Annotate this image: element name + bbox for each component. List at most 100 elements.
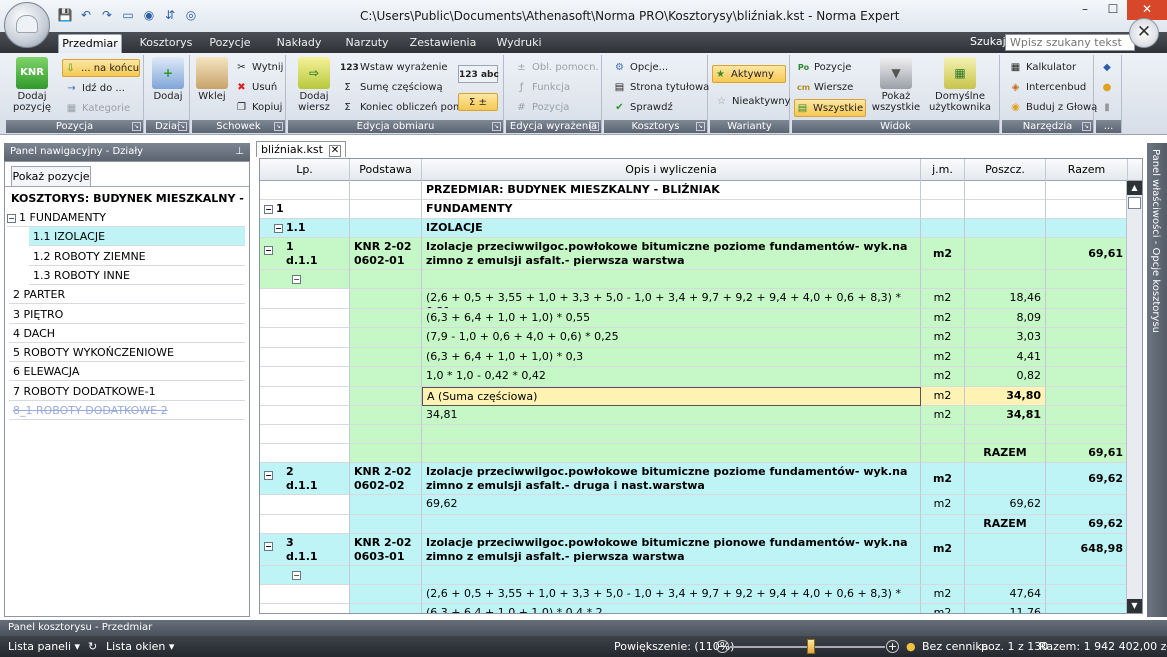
dialog-launcher-icon[interactable]: ↘	[1082, 122, 1091, 131]
zoom-in-icon[interactable]: +	[886, 640, 899, 653]
cell-jm[interactable]	[921, 200, 965, 219]
dialog-launcher-icon[interactable]: ↘	[274, 122, 283, 131]
cell-podstawa[interactable]	[350, 514, 422, 534]
nav-item[interactable]: 1.3 ROBOTY INNE	[29, 266, 245, 285]
cell-podstawa[interactable]	[350, 181, 422, 200]
cell-podstawa[interactable]: KNR 2-02 0603-01	[350, 533, 422, 566]
cell-lp[interactable]: −	[260, 565, 350, 585]
table-row[interactable]: 1,0 * 1,0 - 0,42 * 0,42 m2 0,82	[260, 367, 1128, 387]
table-row[interactable]: 34,81 m2 34,81	[260, 405, 1128, 425]
view-positions-button[interactable]: Po Pozycje	[796, 59, 852, 77]
cell-podstawa[interactable]	[350, 604, 422, 613]
cell-opis[interactable]	[422, 565, 921, 585]
close-window-button[interactable]: ✕	[1127, 0, 1167, 20]
collapse-icon[interactable]: −	[264, 471, 273, 480]
cell-opis[interactable]: 34,81	[422, 405, 921, 425]
cell-jm[interactable]: m2	[921, 495, 965, 515]
refresh-icon[interactable]: ↻	[88, 636, 97, 657]
cell-razem[interactable]	[1046, 328, 1128, 348]
cell-podstawa[interactable]	[350, 270, 422, 289]
calculator-button[interactable]: ▦ Kalkulator	[1008, 59, 1076, 77]
cell-poszcz[interactable]	[965, 219, 1046, 238]
table-row[interactable]: −	[260, 270, 1128, 289]
close-document-icon[interactable]: ✕	[1129, 18, 1159, 48]
cell-podstawa[interactable]	[350, 200, 422, 219]
cut-button[interactable]: ✂ Wytnij	[234, 59, 283, 77]
cell-jm[interactable]: m2	[921, 584, 965, 604]
build-with-head-button[interactable]: ◉ Buduj z Głową	[1008, 99, 1097, 117]
nav-item[interactable]: 8_1 ROBOTY DODATKOWE 2	[9, 401, 245, 420]
cell-podstawa[interactable]	[350, 219, 422, 238]
cell-opis[interactable]: (6,3 + 6,4 + 1,0 + 1,0) * 0,55	[422, 308, 921, 328]
cell-poszcz[interactable]: 69,62	[965, 495, 1046, 515]
bin-icon[interactable]: ▮	[1098, 99, 1116, 117]
cell-jm[interactable]	[921, 514, 965, 534]
nav-item[interactable]: 6 ELEWACJA	[9, 362, 245, 382]
function-button[interactable]: ƒ Funkcja	[514, 79, 570, 97]
cell-opis[interactable]	[422, 270, 921, 289]
cell-opis[interactable]: (2,6 + 0,5 + 3,55 + 1,0 + 3,3 + 5,0 - 1,…	[422, 289, 921, 309]
partial-sum-button[interactable]: Σ Sumę częściową	[340, 79, 442, 97]
cell-poszcz[interactable]: 34,80	[965, 386, 1046, 406]
cell-jm[interactable]: m2	[921, 533, 965, 566]
quick-access-icon[interactable]: ◎	[182, 7, 200, 23]
auxiliary-calc-button[interactable]: ± Obl. pomocn.	[514, 59, 598, 77]
cell-lp[interactable]	[260, 514, 350, 534]
show-all-button[interactable]: ▼ Pokaż wszystkie	[870, 57, 922, 113]
dialog-launcher-icon[interactable]: ↘	[178, 122, 187, 131]
search-input[interactable]	[1005, 34, 1135, 51]
cell-opis[interactable]: PRZEDMIAR: BUDYNEK MIESZKALNY - BLIŹNIAK	[422, 181, 921, 200]
vertical-scrollbar[interactable]: ▲ ▼	[1126, 181, 1142, 613]
dialog-launcher-icon[interactable]: ↘	[696, 122, 705, 131]
cell-jm[interactable]	[921, 565, 965, 585]
cell-poszcz[interactable]	[965, 463, 1046, 495]
cell-poszcz[interactable]	[965, 533, 1046, 566]
table-row[interactable]: −1 d.1.1 KNR 2-02 0602-01 Izolacje przeciww…	[260, 238, 1128, 270]
cell-jm[interactable]	[921, 181, 965, 200]
options-button[interactable]: ⚙ Opcje...	[612, 59, 668, 77]
cell-razem[interactable]: 69,61	[1046, 238, 1128, 270]
price-list-status[interactable]: Bez cennika	[922, 636, 988, 657]
cell-lp[interactable]: −1	[260, 200, 350, 219]
cell-jm[interactable]: m2	[921, 405, 965, 425]
cell-poszcz[interactable]	[965, 270, 1046, 289]
cell-opis[interactable]: (6,3 + 6,4 + 1,0 + 1,0) * 0,3	[422, 347, 921, 367]
cell-opis[interactable]: A (Suma częściowa)	[422, 386, 921, 406]
scroll-up-icon[interactable]: ▲	[1127, 181, 1142, 195]
collapse-icon[interactable]: −	[7, 214, 16, 223]
add-row-button[interactable]: ⇨ Dodaj wiersz	[292, 57, 336, 113]
cell-jm[interactable]: m2	[921, 367, 965, 387]
cell-lp[interactable]	[260, 604, 350, 613]
end-calc-button[interactable]: Σ Koniec obliczeń pom.	[340, 99, 466, 117]
cell-poszcz[interactable]	[965, 565, 1046, 585]
cell-opis[interactable]	[422, 514, 921, 534]
delete-button[interactable]: ✖ Usuń	[234, 79, 277, 97]
table-row[interactable]: −3 d.1.1 KNR 2-02 0603-01 Izolacje przeciww…	[260, 533, 1128, 566]
cell-opis[interactable]	[422, 425, 921, 444]
cell-poszcz[interactable]: RAZEM	[965, 444, 1046, 463]
cell-opis[interactable]: Izolacje przeciwwilgoc.powłokowe bitumic…	[422, 533, 921, 566]
nav-item[interactable]: 4 DACH	[9, 324, 245, 343]
properties-panel-tab[interactable]: Panel właściwości - Opcje kosztorysu	[1147, 143, 1167, 617]
tab-kosztorys[interactable]: Kosztorys	[134, 34, 198, 53]
cell-podstawa[interactable]	[350, 328, 422, 348]
cell-jm[interactable]: m2	[921, 463, 965, 495]
column-header[interactable]: Poszcz.	[965, 159, 1046, 181]
cell-podstawa[interactable]	[350, 495, 422, 515]
quick-access-icon[interactable]: ↶	[77, 7, 95, 23]
tab-zestawienia[interactable]: Zestawienia	[404, 34, 482, 53]
table-row[interactable]: (2,6 + 0,5 + 3,55 + 1,0 + 3,3 + 5,0 - 1,…	[260, 289, 1128, 309]
cell-razem[interactable]	[1046, 386, 1128, 406]
table-row[interactable]: (6,3 + 6,4 + 1,0 + 1,0) * 0,55 m2 8,09	[260, 308, 1128, 328]
cell-poszcz[interactable]: 4,41	[965, 347, 1046, 367]
cell-lp[interactable]	[260, 308, 350, 328]
cell-jm[interactable]: m2	[921, 238, 965, 270]
cell-jm[interactable]	[921, 270, 965, 289]
cell-podstawa[interactable]: KNR 2-02 0602-01	[350, 238, 422, 270]
column-header[interactable]: Podstawa	[350, 159, 422, 181]
cell-razem[interactable]	[1046, 405, 1128, 425]
cell-lp[interactable]	[260, 289, 350, 309]
collapse-icon[interactable]: −	[292, 570, 301, 580]
cell-podstawa[interactable]	[350, 367, 422, 387]
cell-lp[interactable]	[260, 328, 350, 348]
